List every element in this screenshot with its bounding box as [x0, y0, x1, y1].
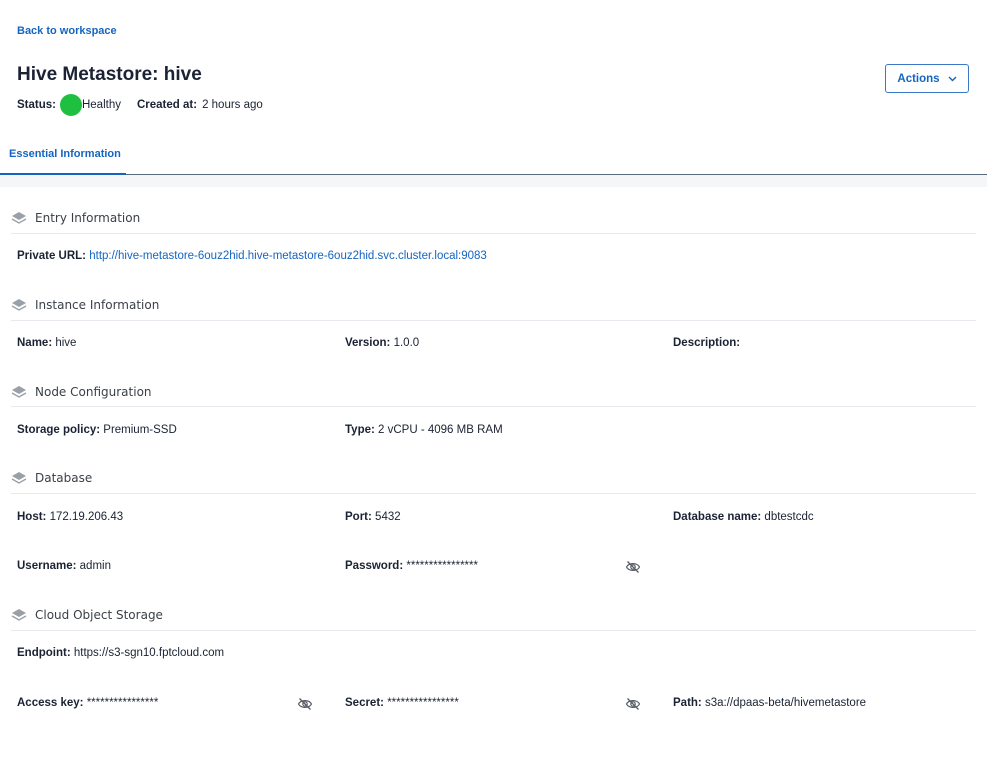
section-title: Cloud Object Storage — [35, 608, 163, 622]
page-title: Hive Metastore: hive — [17, 64, 202, 85]
divider — [11, 493, 976, 494]
chevron-down-icon — [948, 76, 957, 81]
layers-icon — [11, 386, 27, 398]
eye-off-icon[interactable] — [297, 696, 313, 712]
port-field: Port: 5432 — [345, 511, 401, 523]
private-url-field: Private URL: http://hive-metastore-6ouz2… — [17, 250, 487, 262]
tab-bar: Essential Information — [0, 134, 987, 175]
field-value: 1.0.0 — [393, 337, 420, 349]
field-value: dbtestcdc — [764, 511, 814, 523]
private-url-link[interactable]: http://hive-metastore-6ouz2hid.hive-meta… — [89, 250, 487, 262]
field-label: Private URL: — [17, 250, 87, 262]
section-title: Database — [35, 471, 93, 485]
field-value: 2 vCPU - 4096 MB RAM — [378, 424, 503, 436]
masked-value: **************** — [406, 560, 478, 572]
section-title: Entry Information — [35, 211, 141, 225]
eye-off-icon[interactable] — [625, 559, 641, 575]
host-field: Host: 172.19.206.43 — [17, 511, 123, 523]
section-entry-information: Entry Information — [11, 211, 140, 225]
layers-icon — [11, 212, 27, 224]
storage-policy-field: Storage policy: Premium-SSD — [17, 424, 177, 436]
status-value: Healthy — [81, 99, 121, 111]
field-label: Version: — [345, 337, 391, 349]
field-label: Database name: — [673, 511, 762, 523]
masked-value: **************** — [86, 697, 159, 709]
field-label: Secret: — [345, 697, 384, 709]
actions-dropdown-button[interactable]: Actions — [885, 64, 969, 93]
field-label: Access key: — [17, 697, 84, 709]
eye-off-icon[interactable] — [625, 696, 641, 712]
secret-field: Secret: **************** — [345, 697, 459, 709]
section-title: Instance Information — [35, 298, 160, 312]
type-field: Type: 2 vCPU - 4096 MB RAM — [345, 424, 503, 436]
field-value: admin — [79, 560, 111, 572]
field-value: Premium-SSD — [103, 424, 177, 436]
created-at-label: Created at: — [136, 99, 198, 111]
back-to-workspace-link[interactable]: Back to workspace — [17, 25, 117, 37]
database-name-field: Database name: dbtestcdc — [673, 511, 814, 523]
created-at-value: 2 hours ago — [202, 99, 263, 111]
field-value: s3a://dpaas-beta/hivemetastore — [704, 697, 867, 709]
actions-label: Actions — [897, 72, 940, 85]
section-node-configuration: Node Configuration — [11, 385, 152, 399]
field-label: Port: — [345, 511, 372, 523]
status-row: Status: Healthy Created at: 2 hours ago — [17, 94, 263, 116]
endpoint-field: Endpoint: https://s3-sgn10.fptcloud.com — [17, 647, 224, 659]
divider — [11, 630, 976, 631]
password-field: Password: **************** — [345, 560, 478, 572]
status-label: Status: — [17, 99, 56, 111]
field-value: hive — [55, 337, 77, 349]
divider — [11, 320, 976, 321]
divider — [11, 233, 976, 234]
layers-icon — [11, 609, 27, 621]
section-instance-information: Instance Information — [11, 298, 159, 312]
access-key-field: Access key: **************** — [17, 697, 158, 709]
field-label: Name: — [17, 337, 53, 349]
name-field: Name: hive — [17, 337, 76, 349]
tab-essential-information[interactable]: Essential Information — [0, 134, 126, 175]
section-database: Database — [11, 471, 92, 485]
field-label: Password: — [345, 560, 404, 572]
section-cloud-object-storage: Cloud Object Storage — [11, 608, 163, 622]
field-label: Username: — [17, 560, 77, 572]
field-label: Description: — [673, 337, 741, 349]
status-indicator — [59, 94, 82, 116]
field-value: https://s3-sgn10.fptcloud.com — [73, 647, 225, 659]
field-value: 172.19.206.43 — [49, 511, 124, 523]
field-label: Host: — [17, 511, 47, 523]
path-field: Path: s3a://dpaas-beta/hivemetastore — [673, 697, 866, 709]
content-top-band — [0, 175, 987, 187]
field-value: 5432 — [375, 511, 401, 523]
field-label: Endpoint: — [17, 647, 71, 659]
layers-icon — [11, 299, 27, 311]
field-label: Type: — [345, 424, 375, 436]
divider — [11, 406, 976, 407]
description-field: Description: — [673, 337, 740, 349]
layers-icon — [11, 472, 27, 484]
section-title: Node Configuration — [35, 385, 152, 399]
masked-value: **************** — [387, 697, 459, 709]
field-label: Path: — [673, 697, 702, 709]
username-field: Username: admin — [17, 560, 111, 572]
field-label: Storage policy: — [17, 424, 101, 436]
version-field: Version: 1.0.0 — [345, 337, 419, 349]
